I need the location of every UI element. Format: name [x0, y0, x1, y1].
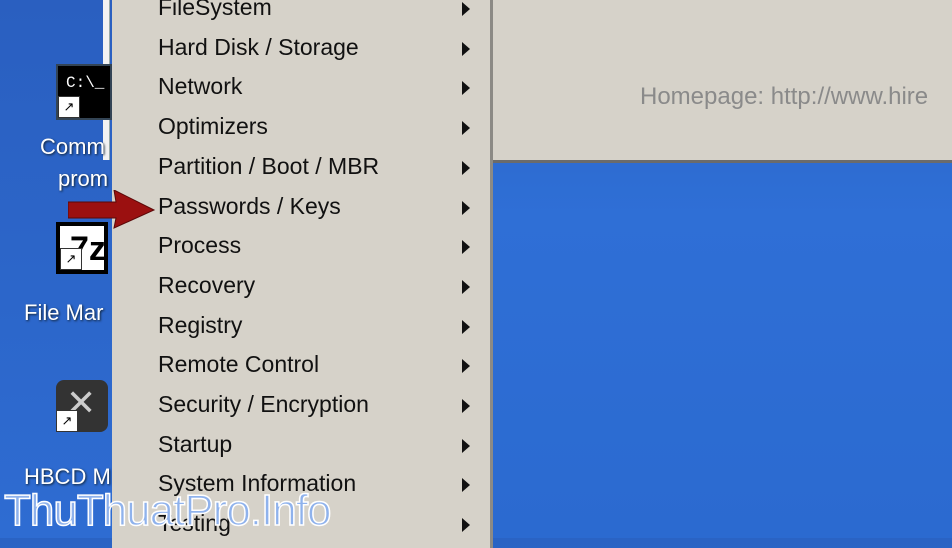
menu-item-label: Partition / Boot / MBR — [158, 152, 380, 179]
wrench-screwdriver-icon[interactable]: ✕ ↗ — [56, 380, 108, 432]
submenu-arrow-icon — [462, 279, 470, 294]
menu-item-label: Hard Disk / Storage — [158, 33, 359, 60]
menu-item-label: Passwords / Keys — [158, 192, 341, 219]
menu-item-label: FileSystem — [158, 0, 272, 20]
homepage-text: Homepage: http://www.hire — [640, 83, 929, 110]
shortcut-arrow-icon: ↗ — [56, 410, 78, 432]
submenu-arrow-icon — [462, 518, 470, 533]
submenu-arrow-icon — [462, 359, 470, 374]
menu-item-passwords-keys[interactable]: Passwords / Keys — [112, 189, 490, 229]
menu-item-label: Security / Encryption — [158, 391, 369, 417]
icon-label: prom — [58, 166, 109, 191]
submenu-arrow-icon — [462, 478, 470, 493]
menu-item-optimizers[interactable]: Optimizers — [112, 109, 490, 149]
submenu-arrow-icon — [462, 81, 470, 96]
menu-item-remote-control[interactable]: Remote Control — [112, 347, 490, 387]
submenu-arrow-icon — [462, 160, 470, 175]
menu-item-security-encryption[interactable]: Security / Encryption — [112, 387, 490, 427]
menu-item-startup[interactable]: Startup — [112, 427, 490, 467]
submenu-arrow-icon — [462, 319, 470, 334]
submenu-arrow-icon — [462, 121, 470, 136]
menu-item-network[interactable]: Network — [112, 69, 490, 109]
menu-item-recovery[interactable]: Recovery — [112, 268, 490, 308]
menu-item-label: Registry — [158, 311, 243, 338]
command-prompt-icon[interactable]: C:\_ ↗ — [56, 64, 112, 120]
menu-item-process[interactable]: Process — [112, 228, 490, 268]
icon-label: File Mar — [24, 300, 104, 325]
shortcut-arrow-icon: ↗ — [58, 96, 80, 118]
shortcut-arrow-icon: ↗ — [60, 248, 82, 270]
menu-item-label: Recovery — [158, 271, 256, 298]
context-menu: FileSystem Hard Disk / Storage Network Opti… — [112, 0, 493, 548]
menu-item-label: Optimizers — [158, 113, 268, 140]
red-pointer-arrow-icon — [68, 190, 156, 229]
submenu-arrow-icon — [462, 240, 470, 255]
submenu-arrow-icon — [462, 41, 470, 56]
menu-item-partition-boot-mbr[interactable]: Partition / Boot / MBR — [112, 149, 490, 189]
submenu-arrow-icon — [462, 438, 470, 453]
watermark: ThuThuatPro.Info — [3, 485, 332, 536]
submenu-arrow-icon — [462, 399, 470, 413]
menu-item-label: Startup — [158, 430, 233, 457]
menu-item-label: Process — [158, 232, 242, 259]
menu-item-filesystem[interactable]: FileSystem — [112, 0, 490, 30]
menu-item-label: Remote Control — [158, 351, 320, 378]
icon-label: Comm — [40, 134, 105, 159]
menu-item-label: Network — [158, 73, 243, 100]
menu-item-hard-disk-storage[interactable]: Hard Disk / Storage — [112, 30, 490, 70]
menu-item-registry[interactable]: Registry — [112, 308, 490, 348]
submenu-arrow-icon — [462, 2, 470, 16]
app-window-panel: Homepage: http://www.hire — [493, 0, 952, 163]
submenu-arrow-icon — [462, 200, 470, 215]
